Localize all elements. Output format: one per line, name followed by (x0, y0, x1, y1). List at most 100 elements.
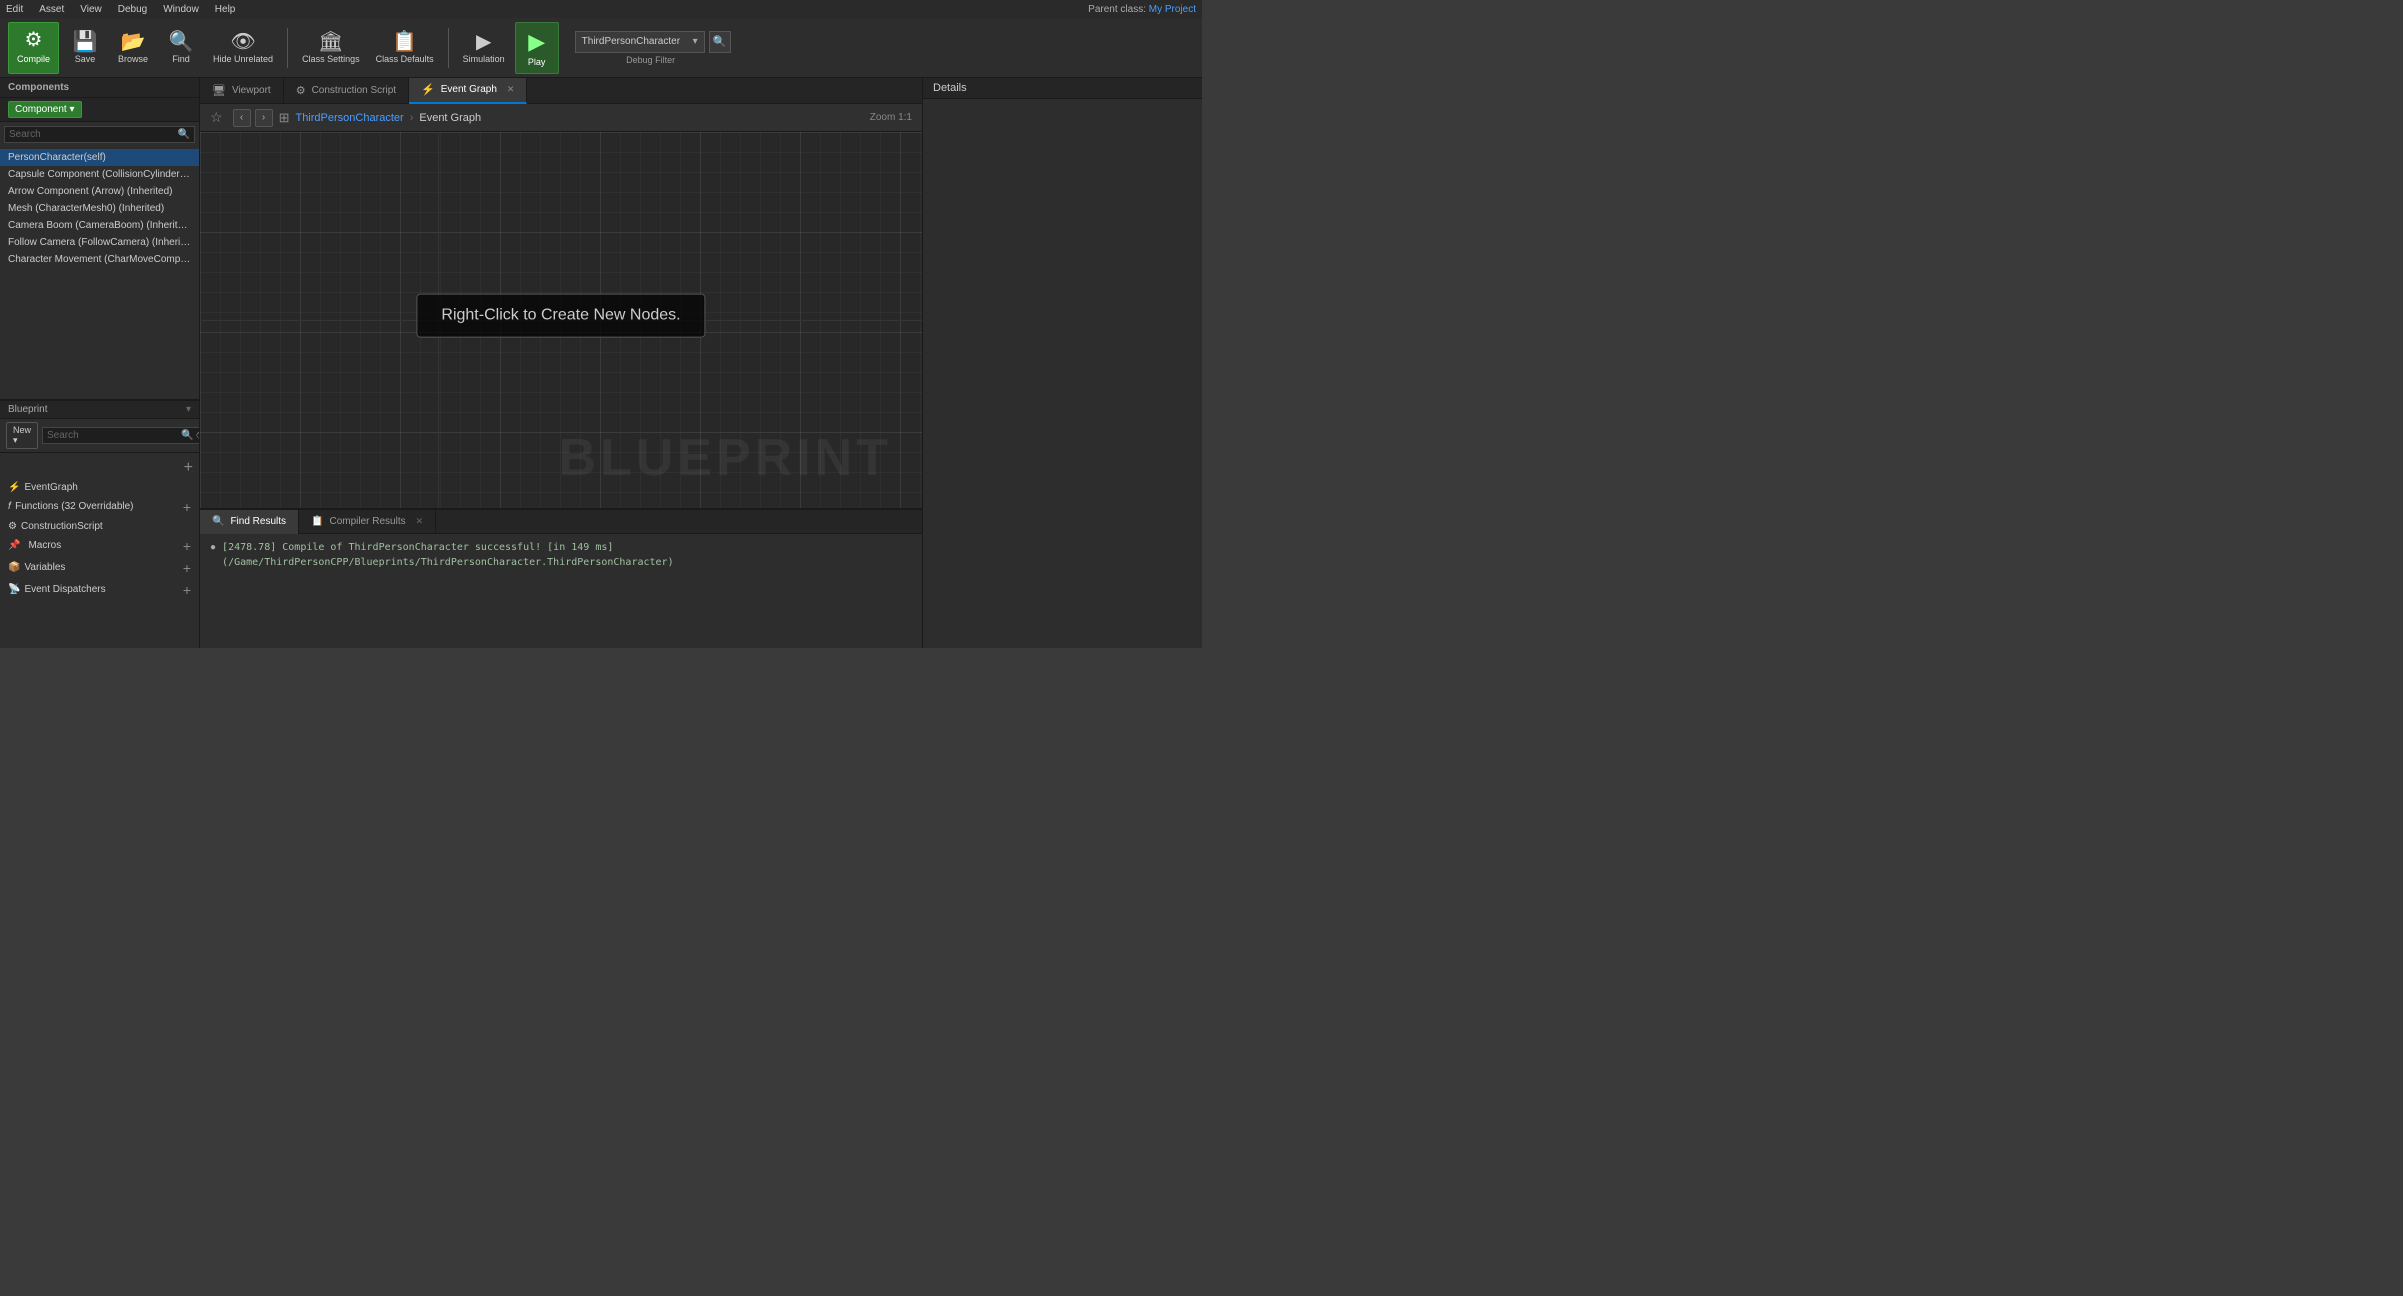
blueprint-functions-add-icon[interactable]: + (183, 499, 191, 515)
bottom-tab-compiler-results[interactable]: 📋 Compiler Results ✕ (299, 510, 436, 534)
blueprint-tree-item[interactable]: 📡 Event Dispatchers + (0, 579, 199, 601)
debug-dropdown[interactable]: ThirdPersonCharacter ▾ (575, 31, 705, 53)
debug-filter-label: Debug Filter (571, 55, 731, 65)
center-area: 🖥 Viewport ⚙ Construction Script ⚡ Event… (200, 78, 922, 508)
list-item[interactable]: Arrow Component (Arrow) (Inherited) (0, 183, 199, 200)
blueprint-tree-item-label: ⚙ ConstructionScript (8, 521, 103, 532)
parent-class-info: Parent class: My Project (1088, 4, 1196, 15)
simulation-button[interactable]: ▶ Simulation (457, 22, 511, 74)
parent-class-link[interactable]: My Project (1149, 4, 1196, 15)
debug-filter-group: ThirdPersonCharacter ▾ 🔍 Debug Filter (571, 31, 731, 65)
blueprint-tree-item-label: 𝑓 Functions (32 Overridable) (8, 501, 134, 512)
add-component-button[interactable]: Component ▾ (8, 101, 82, 118)
hide-unrelated-button[interactable]: 👁 Hide Unrelated (207, 22, 279, 74)
list-item[interactable]: Camera Boom (CameraBoom) (Inherited) (0, 217, 199, 234)
forward-button[interactable]: › (255, 109, 273, 127)
blueprint-collapse-icon[interactable]: ▾ (186, 404, 191, 415)
component-item-label: Follow Camera (FollowCamera) (Inherited) (8, 237, 198, 248)
blueprint-tree-item-label: 📡 Event Dispatchers (8, 584, 106, 595)
list-item[interactable]: Capsule Component (CollisionCylinder) (I… (0, 166, 199, 183)
left-panel: Components Component ▾ 🔍 PersonCharacter… (0, 78, 200, 648)
class-settings-icon: 🏛 (318, 32, 343, 52)
menu-asset[interactable]: Asset (39, 4, 64, 15)
construction-icon: ⚙ (8, 521, 17, 532)
graph-canvas[interactable]: Right-Click to Create New Nodes. BLUEPRI… (200, 132, 922, 508)
debug-filter-row: ThirdPersonCharacter ▾ 🔍 (575, 31, 731, 53)
grid-icon: ⊞ (279, 110, 290, 126)
breadcrumb-bar: ☆ ‹ › ⊞ ThirdPersonCharacter › Event Gra… (200, 104, 922, 132)
tab-bar: 🖥 Viewport ⚙ Construction Script ⚡ Event… (200, 78, 922, 104)
graph-hint: Right-Click to Create New Nodes. (416, 294, 705, 338)
blueprint-variables-add-icon[interactable]: + (183, 560, 191, 576)
browse-button[interactable]: 📂 Browse (111, 22, 155, 74)
toolbar-sep-1 (287, 28, 288, 68)
blueprint-visibility-icon[interactable]: 👁 (195, 429, 199, 442)
blueprint-tree-item[interactable]: 𝑓 Functions (32 Overridable) + (0, 496, 199, 518)
blueprint-new-button[interactable]: New ▾ (6, 422, 38, 449)
blueprint-search-bar: 🔍 👁 ▾ (42, 427, 199, 444)
blueprint-tree-item[interactable]: 📦 Variables + (0, 557, 199, 579)
component-item-label: PersonCharacter(self) (8, 152, 106, 163)
zoom-level: Zoom 1:1 (870, 112, 912, 123)
toolbar: ⚙ Compile 💾 Save 📂 Browse 🔍 Find 👁 Hide … (0, 18, 1202, 78)
find-icon: 🔍 (169, 32, 194, 52)
star-button[interactable]: ☆ (210, 109, 223, 126)
blueprint-macros-add-icon[interactable]: + (183, 538, 191, 554)
components-search-bar: 🔍 (4, 126, 195, 143)
class-defaults-icon: 📋 (392, 32, 417, 52)
blueprint-search-input[interactable] (47, 430, 179, 441)
menu-window[interactable]: Window (163, 4, 199, 15)
breadcrumb-root[interactable]: ThirdPersonCharacter (295, 112, 403, 124)
browse-icon: 📂 (121, 32, 146, 52)
macros-icon: 📌 (8, 540, 20, 551)
blueprint-tree-item-label: 📦 Variables (8, 562, 65, 573)
blueprint-dispatchers-add-icon[interactable]: + (183, 582, 191, 598)
menu-bar: Edit Asset View Debug Window Help Parent… (0, 0, 1202, 18)
blueprint-tree-item[interactable]: ⚙ ConstructionScript (0, 518, 199, 535)
class-defaults-button[interactable]: 📋 Class Defaults (370, 22, 440, 74)
save-button[interactable]: 💾 Save (63, 22, 107, 74)
components-search-input[interactable] (9, 129, 176, 140)
component-item-label: Arrow Component (Arrow) (Inherited) (8, 186, 173, 197)
back-button[interactable]: ‹ (233, 109, 251, 127)
details-panel-header: Details (923, 78, 1202, 99)
functions-icon: 𝑓 (8, 501, 11, 512)
blueprint-add-icon[interactable]: + (184, 459, 193, 476)
blueprint-search-icon[interactable]: 🔍 (181, 430, 193, 441)
blueprint-tree-item[interactable]: 📌 Macros + (0, 535, 199, 557)
blueprint-section: Blueprint ▾ New ▾ 🔍 👁 ▾ + (0, 401, 199, 649)
component-item-label: Capsule Component (CollisionCylinder) (I… (8, 169, 199, 180)
menu-help[interactable]: Help (215, 4, 236, 15)
debug-search-icon: 🔍 (713, 35, 727, 48)
list-item[interactable]: Mesh (CharacterMesh0) (Inherited) (0, 200, 199, 217)
menu-view[interactable]: View (80, 4, 102, 15)
center-section: 🖥 Viewport ⚙ Construction Script ⚡ Event… (200, 78, 922, 648)
debug-dropdown-arrow: ▾ (693, 36, 698, 47)
bottom-tab-find-results[interactable]: 🔍 Find Results (200, 510, 299, 534)
viewport-tab-icon: 🖥 (212, 84, 226, 97)
blueprint-tree-item[interactable]: ⚡ EventGraph (0, 479, 199, 496)
blueprint-tree-item-label: 📌 Macros (8, 540, 61, 551)
menu-debug[interactable]: Debug (118, 4, 147, 15)
compile-button[interactable]: ⚙ Compile (8, 22, 59, 74)
list-item[interactable]: Follow Camera (FollowCamera) (Inherited) (0, 234, 199, 251)
components-search-icon[interactable]: 🔍 (178, 129, 190, 140)
tab-viewport[interactable]: 🖥 Viewport (200, 78, 284, 104)
debug-search-button[interactable]: 🔍 (709, 31, 731, 53)
tab-close-icon[interactable]: ✕ (507, 84, 515, 95)
bottom-tab-bar: 🔍 Find Results 📋 Compiler Results ✕ (200, 510, 922, 534)
menu-edit[interactable]: Edit (6, 4, 23, 15)
compile-icon: ⚙ (25, 27, 43, 52)
tab-construction-script[interactable]: ⚙ Construction Script (284, 78, 409, 104)
breadcrumb-current: Event Graph (419, 112, 481, 124)
hide-unrelated-icon: 👁 (230, 32, 255, 52)
play-button[interactable]: ▶ Play (515, 22, 559, 74)
class-settings-button[interactable]: 🏛 Class Settings (296, 22, 366, 74)
list-item[interactable]: PersonCharacter(self) (0, 149, 199, 166)
list-item[interactable]: Character Movement (CharMoveComp) (Inher… (0, 251, 199, 268)
compiler-tab-close-icon[interactable]: ✕ (416, 516, 424, 527)
find-button[interactable]: 🔍 Find (159, 22, 203, 74)
bottom-content: ● [2478.78] Compile of ThirdPersonCharac… (200, 534, 922, 648)
tab-event-graph[interactable]: ⚡ Event Graph ✕ (409, 78, 527, 104)
construction-tab-icon: ⚙ (296, 84, 306, 97)
